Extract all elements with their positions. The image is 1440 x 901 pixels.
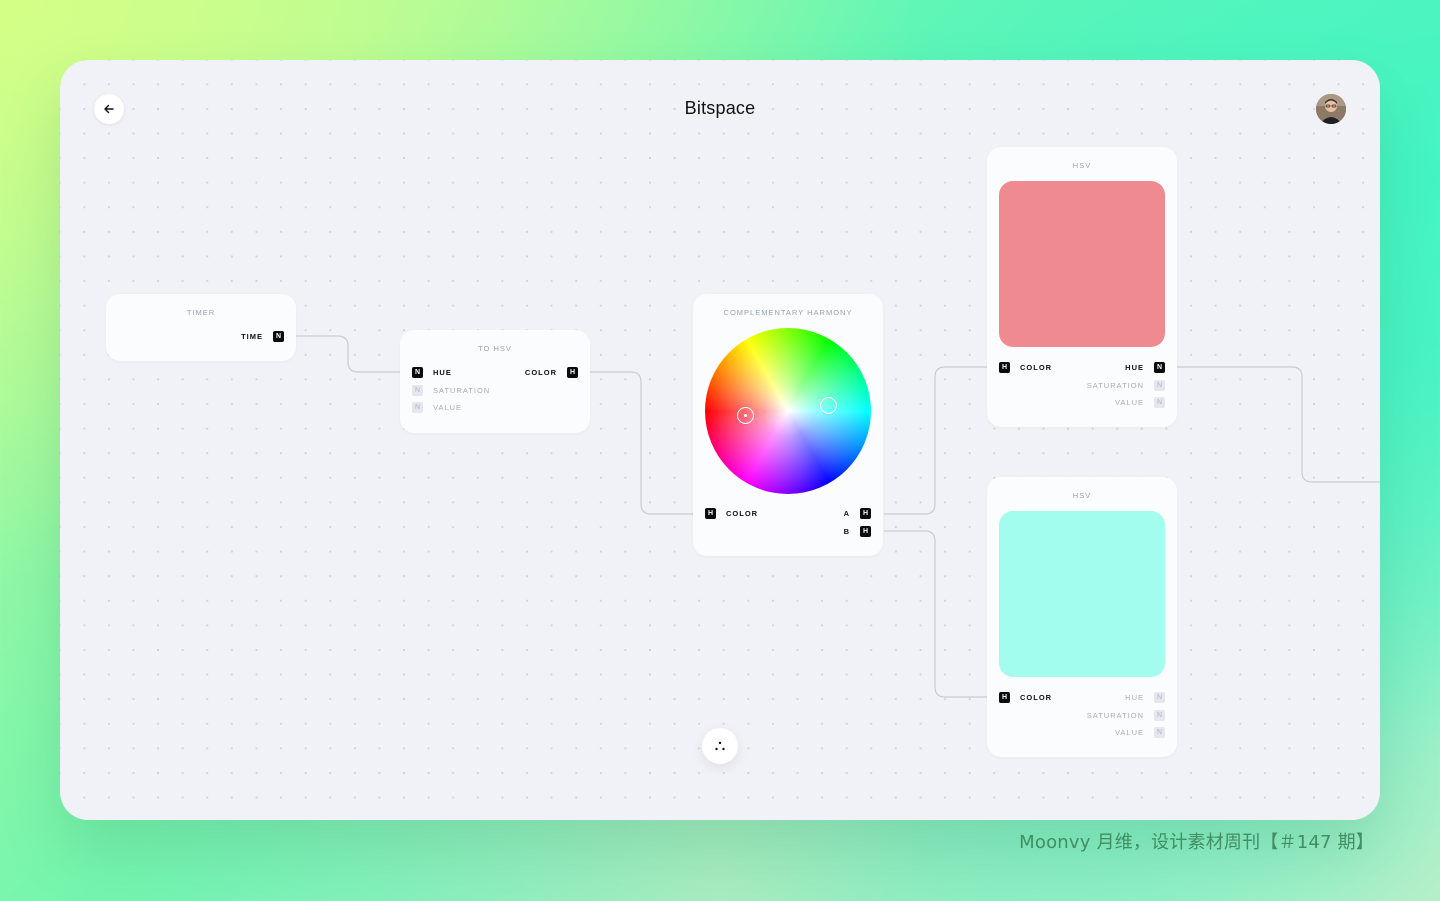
port-saturation-out[interactable]: N [1154,710,1165,721]
port-value-in[interactable]: N [412,402,423,413]
port-label-time: TIME [241,332,263,341]
color-handle-a[interactable] [737,407,754,424]
add-node-button[interactable] [702,728,738,764]
port-time-out[interactable]: N [273,331,284,342]
port-label-color: COLOR [1020,693,1053,702]
port-saturation-out[interactable]: N [1154,380,1165,391]
port-label-b: B [843,527,850,536]
port-label-color: COLOR [524,368,557,377]
node-title: HSV [1072,161,1092,170]
port-b-out[interactable]: H [860,526,871,537]
to-hsv-node[interactable]: TO HSV N HUE N SATURATION N VALUE COLOR … [400,330,590,433]
port-label-saturation: SATURATION [1086,381,1144,390]
node-title: TIMER [186,308,216,317]
port-label-value: VALUE [1114,728,1144,737]
color-swatch-top [999,181,1165,347]
wire-hsv-to-harmony [590,371,693,515]
app-window: Bitspace TIMER TIME N TO HSV N HUE N SAT… [60,60,1380,820]
node-title: COMPLEMENTARY HARMONY [723,308,853,317]
wire-hsv-top-out [1177,366,1380,483]
port-label-a: A [843,509,850,518]
hsv-node-bottom[interactable]: HSV H COLOR HUE N SATURATION N VALUE N [987,477,1177,757]
color-swatch-bottom [999,511,1165,677]
port-color-in[interactable]: H [999,362,1010,373]
port-label-color: COLOR [1020,363,1053,372]
color-wheel[interactable] [705,328,871,494]
wire-harmony-b-to-hsv-bottom [884,530,987,698]
hsv-node-top[interactable]: HSV H COLOR HUE N SATURATION N VALUE N [987,147,1177,427]
dots-icon [715,741,725,751]
port-label-color: COLOR [726,509,759,518]
port-color-out[interactable]: H [567,367,578,378]
color-handle-b[interactable] [820,397,837,414]
timer-node[interactable]: TIMER TIME N [106,294,296,361]
wire-timer-to-hsv [296,335,400,373]
page-title: Bitspace [684,98,756,118]
port-hue-in[interactable]: N [412,367,423,378]
port-label-value: VALUE [433,403,463,412]
port-value-out[interactable]: N [1154,397,1165,408]
port-saturation-in[interactable]: N [412,385,423,396]
port-label-hue: HUE [1125,693,1144,702]
port-color-in[interactable]: H [999,692,1010,703]
avatar-image [1316,94,1346,124]
complementary-harmony-node[interactable]: COMPLEMENTARY HARMONY H COLOR A H B H [693,294,883,556]
user-avatar[interactable] [1316,94,1346,124]
port-label-saturation: SATURATION [433,386,491,395]
port-value-out[interactable]: N [1154,727,1165,738]
port-hue-out[interactable]: N [1154,692,1165,703]
port-label-saturation: SATURATION [1086,711,1144,720]
port-label-value: VALUE [1114,398,1144,407]
port-hue-out[interactable]: N [1154,362,1165,373]
wire-harmony-a-to-hsv-top [884,366,987,515]
port-a-out[interactable]: H [860,508,871,519]
port-label-hue: HUE [433,368,452,377]
node-title: HSV [1072,491,1092,500]
port-color-in[interactable]: H [705,508,716,519]
node-title: TO HSV [478,344,512,353]
watermark-text: Moonvy 月维，设计素材周刊【＃147 期】 [1019,832,1374,853]
port-label-hue: HUE [1125,363,1144,372]
